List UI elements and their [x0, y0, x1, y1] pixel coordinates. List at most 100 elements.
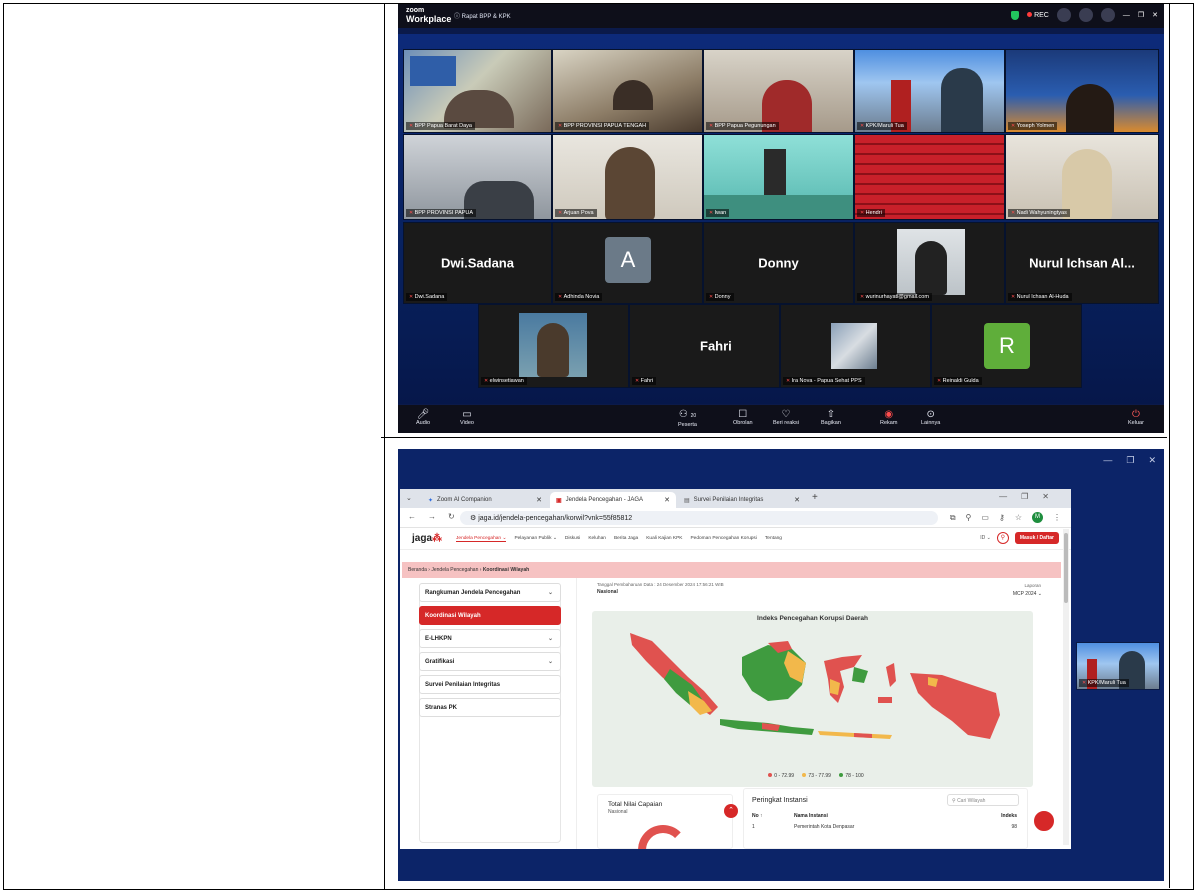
browser-tab[interactable]: ✦ Zoom AI Companion ✕ — [422, 492, 548, 508]
video-tile[interactable]: R Reinaldi Gulda — [931, 304, 1082, 388]
back-icon[interactable]: ← — [408, 512, 416, 521]
sidebar-item-rangkuman[interactable]: Rangkuman Jendela Pencegahan ⌄ — [419, 583, 561, 602]
close-tab-icon[interactable]: ✕ — [664, 496, 670, 504]
view-icon[interactable] — [1100, 8, 1115, 22]
restore-icon[interactable]: ❐ — [1138, 11, 1144, 19]
video-tile[interactable]: Donny Donny — [703, 222, 854, 304]
report-select[interactable]: MCP 2024 ⌄ — [1013, 591, 1042, 597]
video-tile[interactable]: A Adhinda Novia — [552, 222, 703, 304]
legend-low[interactable]: 0 - 72.99 — [761, 773, 794, 779]
share-button[interactable]: ⇧ Bagikan — [821, 409, 841, 426]
video-tile[interactable]: BPP Papua Pegunungan — [703, 49, 854, 133]
password-key-icon[interactable]: ⚷ — [999, 513, 1005, 522]
browser-tab[interactable]: ▤ Survei Penilaian Integritas ✕ — [678, 492, 806, 508]
video-tile[interactable]: Yoseph Yolmen — [1005, 49, 1159, 133]
menu-jendela-pencegahan[interactable]: Jendela Pencegahan ⌄ — [456, 536, 507, 542]
sidebar-item-koordinasi-wilayah[interactable]: Koordinasi Wilayah — [419, 606, 561, 625]
video-tile[interactable]: wurinurhayati@gmail.com — [854, 222, 1005, 304]
breadcrumb-home[interactable]: Beranda — [408, 567, 427, 573]
legend-high[interactable]: 78 - 100 — [832, 773, 864, 779]
indonesia-map[interactable] — [592, 611, 1033, 787]
reload-icon[interactable]: ↻ — [448, 512, 455, 521]
microphone-icon: 🎤︎ — [416, 409, 430, 420]
sidebar-item-spi[interactable]: Survei Penilaian Integritas — [419, 675, 561, 694]
cast-icon[interactable]: ▭ — [981, 513, 989, 522]
participant-label: BPP PROVINSI PAPUA — [406, 209, 477, 217]
minimize-icon[interactable]: — — [1103, 455, 1112, 466]
participant-label: BPP PROVINSI PAPUA TENGAH — [555, 122, 650, 130]
region-search-input[interactable]: ⚲ Cari Wilayah — [947, 794, 1019, 806]
legend-mid[interactable]: 73 - 77.99 — [795, 773, 831, 779]
react-button[interactable]: ♡ Beri reaksi — [773, 409, 799, 426]
zoom-logo: zoom Workplace — [406, 7, 452, 24]
close-tab-icon[interactable]: ✕ — [794, 496, 800, 504]
bookmark-star-icon[interactable]: ☆ — [1015, 513, 1022, 522]
tab-search-icon[interactable]: ⌄ — [406, 494, 412, 502]
menu-diskusi[interactable]: Diskusi — [565, 536, 580, 542]
zoom-lens-icon[interactable]: ⚲ — [966, 513, 972, 522]
close-icon[interactable]: ✕ — [1152, 11, 1158, 19]
video-tile[interactable]: Hendri — [854, 134, 1005, 220]
browser-tab-active[interactable]: ▣ Jendela Pencegahan - JAGA ✕ — [550, 492, 676, 508]
menu-berita-jaga[interactable]: Berita Jaga — [614, 536, 638, 542]
leave-button[interactable]: ⏻ Keluar — [1128, 409, 1144, 426]
translate-icon[interactable]: ⧉ — [950, 513, 956, 523]
scroll-up-button[interactable]: ⌃ — [724, 804, 738, 818]
video-button[interactable]: ▭ Video — [460, 409, 474, 426]
menu-kuali-kajian[interactable]: Kuali Kajian KPK — [646, 536, 682, 542]
participant-label: BPP Papua Barat Daya — [406, 122, 475, 130]
menu-pedoman[interactable]: Pedoman Pencegahan Korupsi — [690, 536, 756, 542]
pip-video-thumbnail[interactable]: KPK/Maruli Tua — [1076, 642, 1160, 690]
restore-icon[interactable]: ❐ — [1126, 455, 1134, 466]
video-tile[interactable]: Iwan — [703, 134, 854, 220]
recording-indicator[interactable]: REC — [1027, 11, 1049, 19]
camera-icon: ▭ — [462, 409, 472, 420]
search-icon[interactable]: ⚲ — [996, 532, 1009, 544]
sidebar-item-stranas-pk[interactable]: Stranas PK — [419, 698, 561, 717]
audio-button[interactable]: 🎤︎ Audio — [416, 409, 430, 426]
menu-keluhan[interactable]: Keluhan — [588, 536, 606, 542]
video-tile[interactable]: BPP Papua Barat Daya — [403, 49, 552, 133]
browser-window-controls[interactable]: —❐✕ — [999, 492, 1063, 501]
video-tile[interactable]: elwinsetiawan — [478, 304, 629, 388]
annotate-icon[interactable] — [1056, 8, 1071, 22]
jaga-logo[interactable]: jaga⁂ — [412, 533, 442, 544]
video-tile[interactable]: BPP PROVINSI PAPUA — [403, 134, 552, 220]
menu-tentang[interactable]: Tentang — [765, 536, 782, 542]
video-tile[interactable]: BPP PROVINSI PAPUA TENGAH — [552, 49, 703, 133]
ai-companion-icon[interactable] — [1078, 8, 1093, 22]
total-score-card: Total Nilai Capaian Nasional — [597, 794, 733, 849]
participants-button[interactable]: ⚇ 20 Peserta — [678, 409, 697, 428]
video-tile[interactable]: Nurul Ichsan Al... Nurul Ichsan Al-Huda — [1005, 222, 1159, 304]
record-button[interactable]: ◉ Rekam — [880, 409, 897, 426]
video-tile[interactable]: Ira Nova - Papua Sehat PPS — [780, 304, 931, 388]
breadcrumb-section[interactable]: Jendela Pencegahan — [431, 567, 478, 573]
chat-button[interactable]: ☐ Obrolan — [733, 409, 753, 426]
menu-pelayanan-publik[interactable]: Pelayanan Publik ⌄ — [514, 536, 556, 542]
language-select[interactable]: ID ⌄ — [980, 535, 991, 541]
chat-assistant-icon[interactable] — [1032, 809, 1056, 833]
sidebar-item-gratifikasi[interactable]: Gratifikasi ⌄ — [419, 652, 561, 671]
indonesia-map-card: Indeks Pencegahan Korupsi Daerah 0 - 72.… — [592, 611, 1033, 787]
address-bar[interactable]: ⚙ jaga.id/jendela-pencegahan/korwil?vnk=… — [460, 511, 938, 525]
close-tab-icon[interactable]: ✕ — [536, 496, 542, 504]
table-row[interactable]: 1 Pemerintah Kota Denpasar 98 — [752, 824, 1017, 830]
page-scrollbar[interactable] — [1063, 529, 1069, 845]
forward-icon[interactable]: → — [428, 512, 436, 521]
login-button[interactable]: Masuk / Daftar — [1014, 532, 1059, 544]
security-shield-icon[interactable] — [1011, 10, 1020, 20]
site-info-icon[interactable]: ⚙ — [470, 515, 476, 522]
sidebar-item-elhkpn[interactable]: E-LHKPN ⌄ — [419, 629, 561, 648]
more-button[interactable]: ⊙ Lainnya — [921, 409, 940, 426]
video-tile[interactable]: Dwi.Sadana Dwi.Sadana — [403, 222, 552, 304]
profile-avatar[interactable]: M — [1032, 512, 1043, 523]
video-tile[interactable]: Nadi Wahyuningtyas — [1005, 134, 1159, 220]
video-tile[interactable]: KPK/Maruli Tua — [854, 49, 1005, 133]
total-score-title: Total Nilai Capaian — [608, 801, 663, 808]
video-tile[interactable]: Fahri Fahri — [629, 304, 780, 388]
new-tab-icon[interactable]: + — [812, 492, 818, 503]
close-icon[interactable]: ✕ — [1148, 455, 1156, 466]
browser-menu-icon[interactable]: ⋮ — [1053, 513, 1061, 522]
video-tile[interactable]: Arjuan Pova — [552, 134, 703, 220]
minimize-icon[interactable]: — — [1123, 12, 1130, 19]
